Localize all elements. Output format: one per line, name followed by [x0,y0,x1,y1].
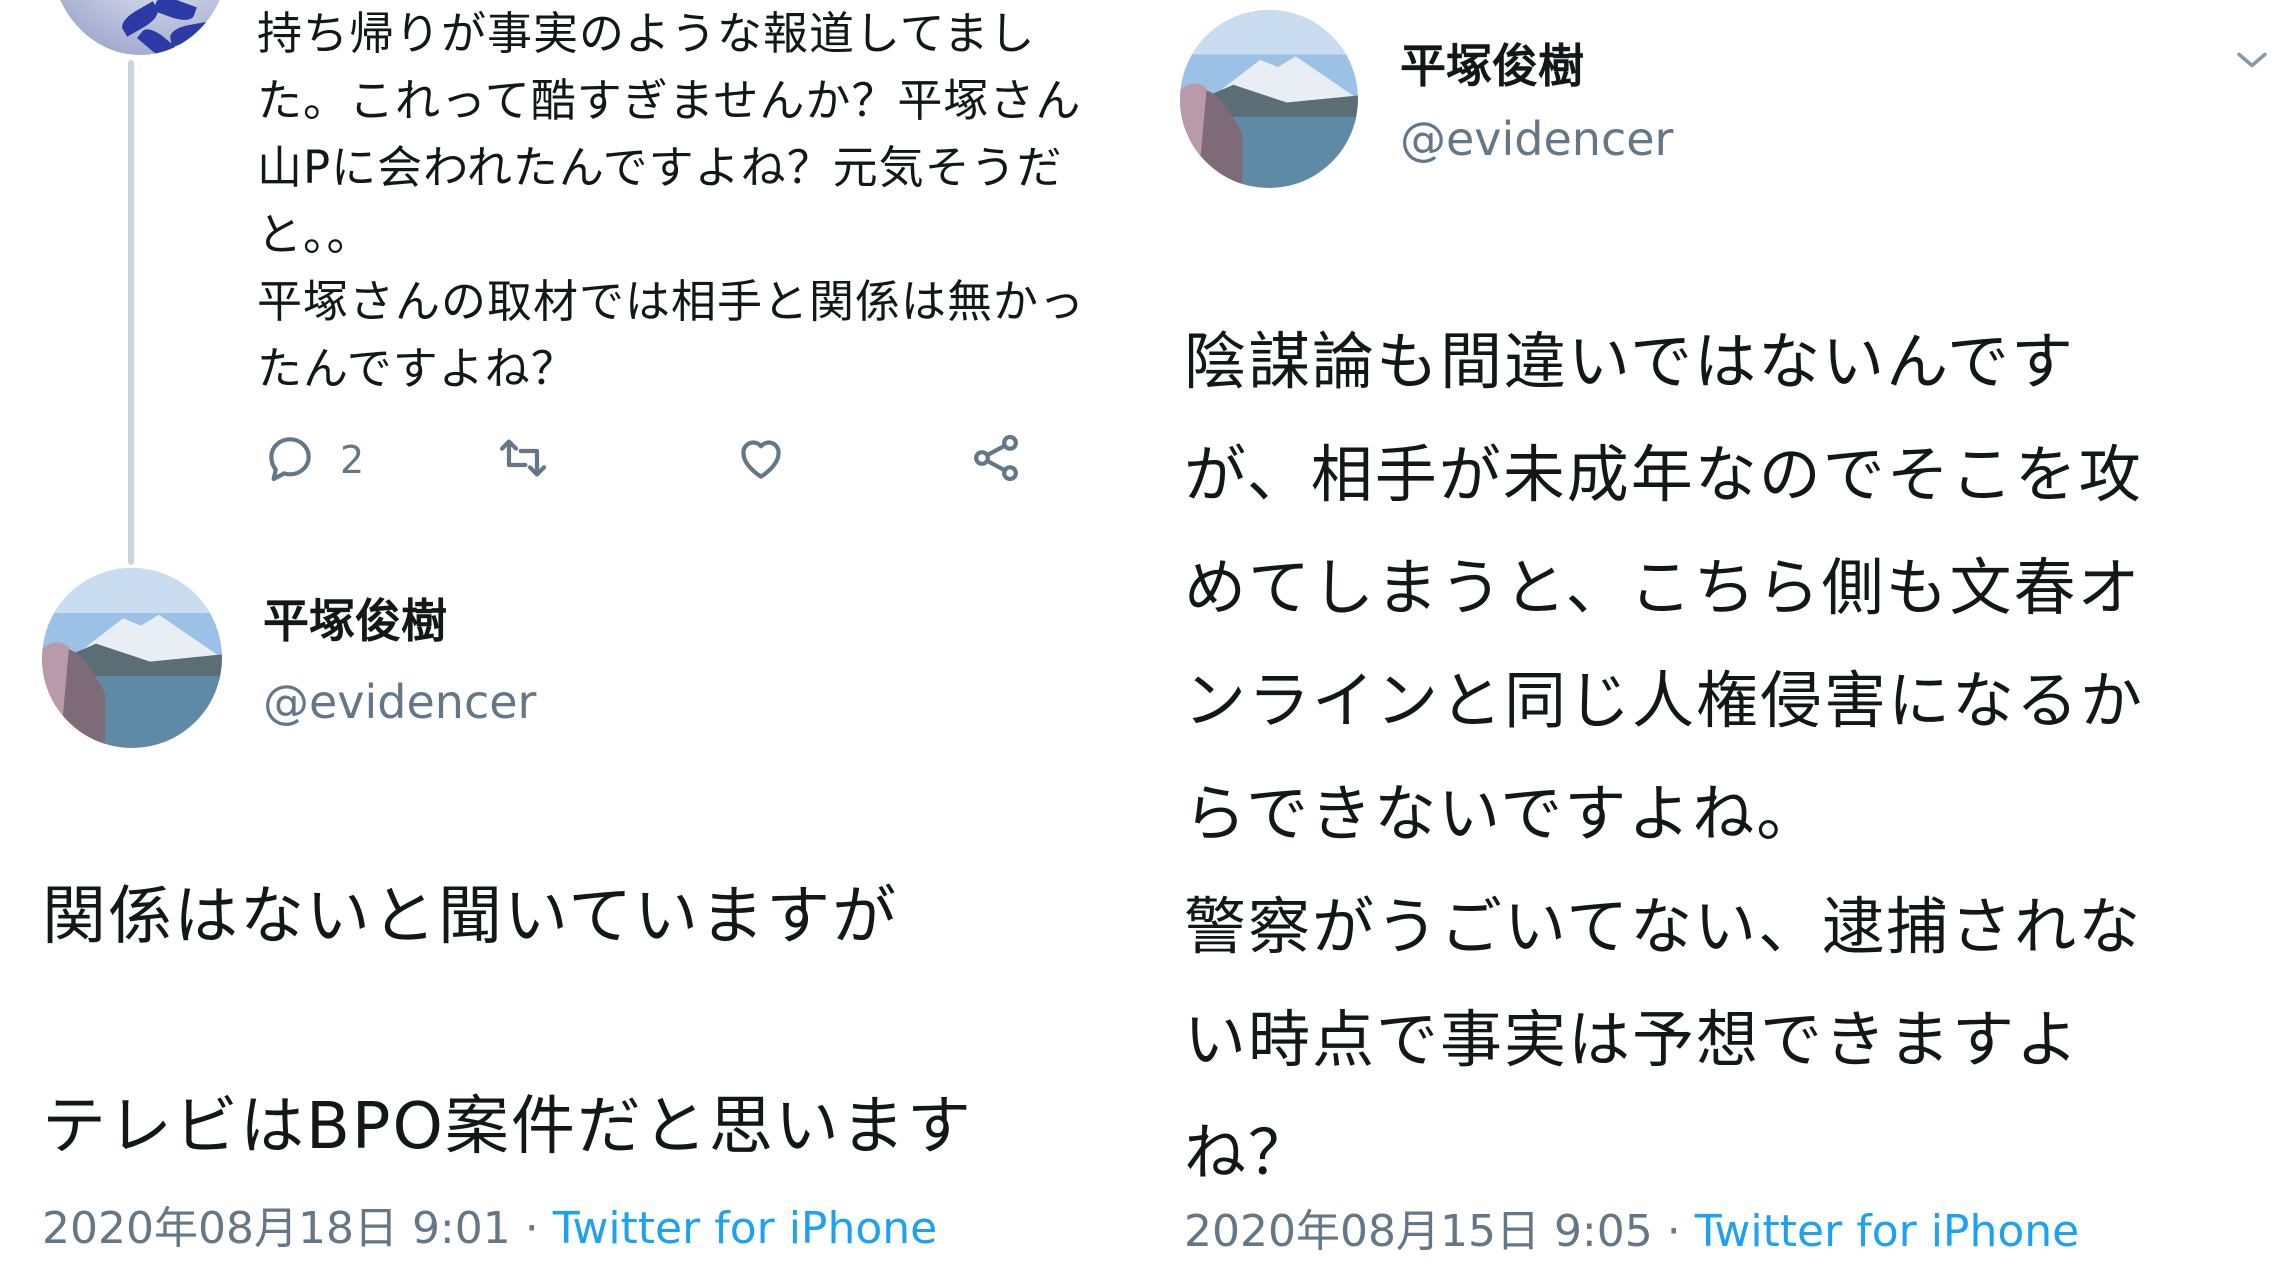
tweet-text-line-2: テレビはBPO案件だと思います [42,1090,973,1164]
tweet-text: 陰謀論も間違いではないんです が、相手が未成年なのでそこを攻 めてしまうと、こち… [1184,325,2145,1189]
share-icon [968,430,1024,490]
author-name[interactable]: 平塚俊樹 [1400,30,1584,96]
tweet-source-link[interactable]: Twitter for iPhone [553,1203,937,1254]
author-name[interactable]: 平塚俊樹 [263,585,447,651]
author-avatar[interactable] [42,568,222,748]
retweet-icon [495,430,551,490]
retweet-button[interactable] [495,430,551,490]
reply-tweet-text: 持ち帰りが事実のような報道してまし た。これって酷すぎませんか？平塚さん 山Pに… [257,7,1086,395]
author-handle[interactable]: @evidencer [1400,112,1673,166]
tweet-text-line-1: 関係はないと聞いていますが [42,880,899,954]
like-button[interactable] [733,430,789,490]
heart-icon [733,430,789,490]
tweet-timestamp[interactable]: 2020年08月15日 9:05 [1184,1206,1653,1257]
reply-author-avatar[interactable] [50,0,230,55]
meta-separator: · [1666,1206,1681,1257]
tweet-timestamp[interactable]: 2020年08月18日 9:01 [42,1203,511,1254]
chevron-down-icon[interactable] [2230,38,2274,82]
thread-line [128,60,134,565]
right-screenshot: 平塚俊樹 @evidencer 陰謀論も間違いではないんです が、相手が未成年な… [1170,0,2289,1288]
tweet-source-link[interactable]: Twitter for iPhone [1695,1206,2079,1257]
reply-button[interactable]: 2 [262,430,364,490]
reply-icon [262,430,318,490]
left-screenshot: 持ち帰りが事実のような報道してまし た。これって酷すぎませんか？平塚さん 山Pに… [0,0,1170,1288]
tweet-meta: 2020年08月18日 9:01 · Twitter for iPhone [42,1192,937,1256]
reply-count: 2 [340,438,365,482]
author-handle[interactable]: @evidencer [263,675,536,729]
meta-separator: · [524,1203,539,1254]
author-avatar[interactable] [1180,10,1358,188]
tweet-meta: 2020年08月15日 9:05 · Twitter for iPhone [1184,1195,2079,1259]
share-button[interactable] [968,430,1024,490]
